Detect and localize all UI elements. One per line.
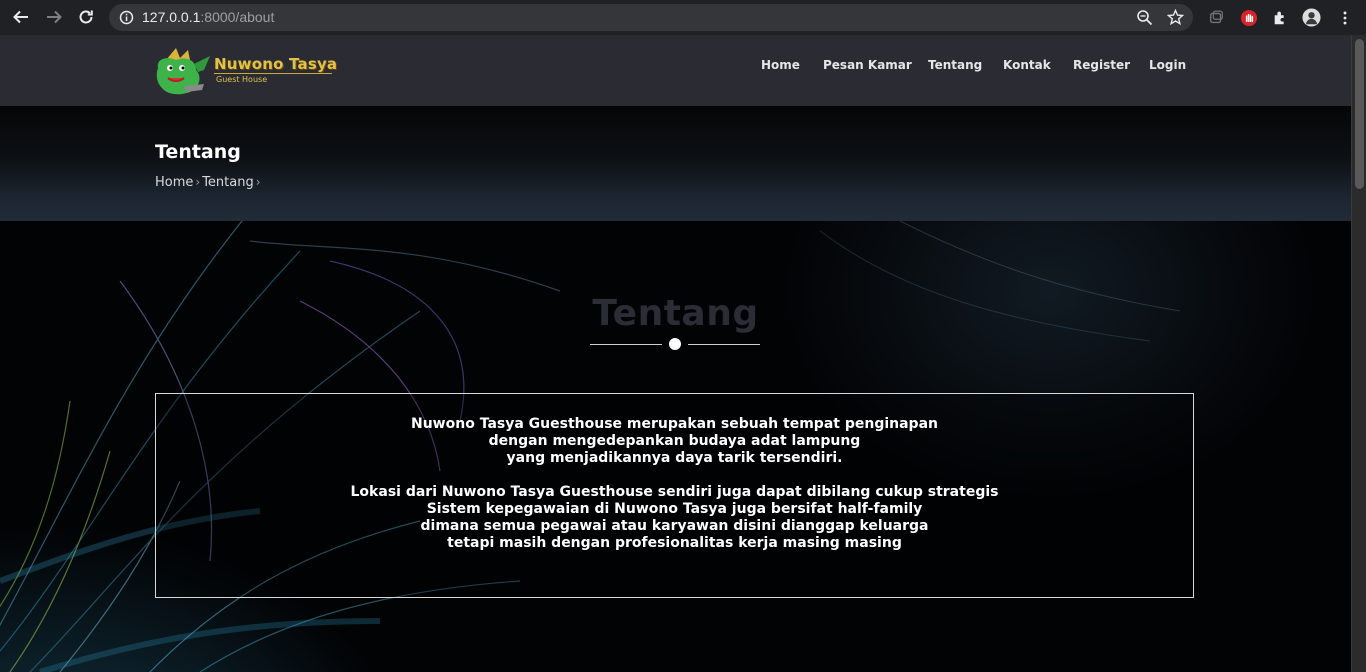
breadcrumb-home-link[interactable]: Home [155, 175, 193, 190]
forward-arrow-icon [47, 10, 62, 24]
breadcrumb-current: Tentang [202, 175, 254, 190]
url-path: :8000/about [200, 9, 275, 25]
page-viewport: Nuwono Tasya Guest House Home Pesan Kama… [0, 35, 1366, 672]
address-bar[interactable]: 127.0.0.1:8000/about [109, 4, 1193, 31]
section-title: Tentang [592, 293, 759, 334]
about-text-box: Nuwono Tasya Guesthouse merupakan sebuah… [155, 393, 1194, 598]
tab-search-icon[interactable] [1207, 8, 1226, 27]
breadcrumb: Home › Tentang › [155, 175, 263, 190]
url-host: 127.0.0.1 [142, 9, 201, 25]
browser-toolbar: 127.0.0.1:8000/about [0, 0, 1366, 35]
browser-menu-icon[interactable] [1335, 8, 1354, 27]
site-info-icon[interactable] [119, 10, 134, 25]
zoom-icon[interactable] [1136, 9, 1153, 26]
banner-title: Tentang [155, 141, 241, 163]
divider-dot-icon [669, 338, 681, 350]
nav-tentang-link[interactable]: Tentang [928, 58, 982, 72]
about-line: tetapi masih dengan profesionalitas kerj… [447, 535, 902, 551]
page-banner: Tentang Home › Tentang › [0, 106, 1351, 221]
scrollbar-thumb[interactable] [1355, 39, 1364, 189]
nav-pesan-kamar-link[interactable]: Pesan Kamar [823, 58, 912, 72]
nav-login-link[interactable]: Login [1149, 58, 1186, 72]
nav-register-link[interactable]: Register [1073, 58, 1130, 72]
about-paragraph-1: Nuwono Tasya Guesthouse merupakan sebuah… [156, 416, 1193, 467]
title-divider [590, 337, 760, 351]
about-line: Nuwono Tasya Guesthouse merupakan sebuah… [411, 416, 938, 432]
about-line: Sistem kepegawaian di Nuwono Tasya juga … [426, 501, 923, 517]
forward-button[interactable] [38, 1, 70, 33]
nav-home-link[interactable]: Home [761, 58, 800, 72]
breadcrumb-chevron-icon: › [255, 175, 261, 189]
breadcrumb-chevron-icon: › [195, 175, 201, 189]
page-scrollbar[interactable] [1351, 35, 1366, 672]
extensions-puzzle-icon[interactable] [1271, 8, 1290, 27]
profile-avatar-icon[interactable] [1302, 8, 1321, 27]
about-line: dimana semua pegawai atau karyawan disin… [420, 518, 929, 534]
about-line: Lokasi dari Nuwono Tasya Guesthouse send… [350, 484, 999, 500]
back-arrow-icon [13, 10, 28, 24]
about-line: dengan mengedepankan budaya adat lampung [488, 433, 861, 449]
about-line: yang menjadikannya daya tarik tersendiri… [506, 450, 843, 466]
about-paragraph-2: Lokasi dari Nuwono Tasya Guesthouse send… [156, 484, 1193, 552]
brand-tagline: Guest House [216, 75, 268, 84]
main-menu: Home Pesan Kamar Tentang Kontak Register… [0, 58, 1351, 76]
bookmark-star-icon[interactable] [1167, 9, 1184, 26]
site-navbar: Nuwono Tasya Guest House Home Pesan Kama… [0, 35, 1351, 106]
divider-line-right [688, 344, 760, 345]
back-button[interactable] [5, 1, 37, 33]
reload-button[interactable] [70, 1, 102, 33]
adblock-extension-icon[interactable] [1239, 8, 1258, 27]
reload-icon [79, 10, 93, 24]
divider-line-left [590, 344, 662, 345]
url-text[interactable]: 127.0.0.1:8000/about [142, 9, 274, 25]
nav-kontak-link[interactable]: Kontak [1003, 58, 1051, 72]
